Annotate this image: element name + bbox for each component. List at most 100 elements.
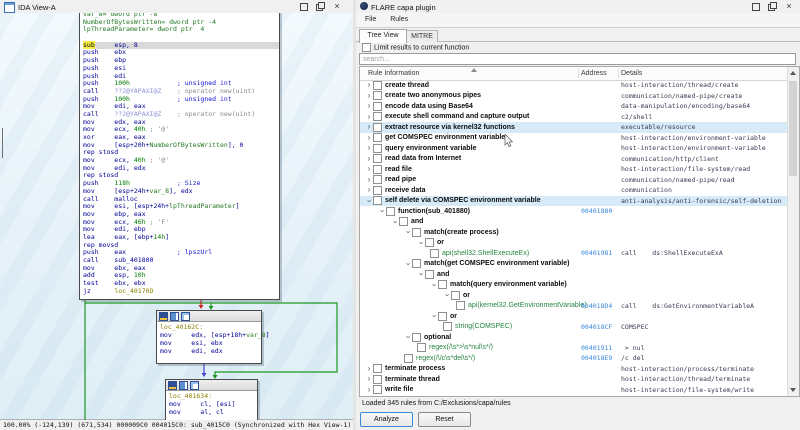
- expand-icon[interactable]: ›: [365, 154, 373, 163]
- tree-row[interactable]: › match(query environment variable): [360, 280, 788, 291]
- scroll-up-icon[interactable]: [790, 71, 796, 75]
- menu-rules[interactable]: Rules: [387, 16, 411, 23]
- row-checkbox[interactable]: [456, 301, 465, 311]
- tree-row[interactable]: string(COMSPEC) 004018CF COMSPEC: [360, 322, 788, 333]
- tree-row[interactable]: › read pipe communication/named-pipe/read: [360, 175, 788, 186]
- tree-row[interactable]: › create two anonymous pipes communication…: [360, 91, 788, 102]
- expand-icon[interactable]: ›: [365, 123, 373, 131]
- hex-view-icon[interactable]: [181, 312, 190, 321]
- expand-icon[interactable]: ›: [365, 91, 373, 100]
- limit-checkbox[interactable]: [362, 43, 371, 52]
- maximize-icon[interactable]: [749, 2, 761, 11]
- row-checkbox[interactable]: [373, 185, 382, 195]
- expand-icon[interactable]: ›: [365, 81, 373, 89]
- row-checkbox[interactable]: [373, 122, 382, 132]
- tree-row[interactable]: api(shell32.ShellExecuteEx) 00401981 call …: [360, 248, 788, 259]
- node-titlebar[interactable]: [166, 380, 257, 391]
- tree-row[interactable]: › match(get COMSPEC environment variable): [360, 259, 788, 270]
- row-checkbox[interactable]: [373, 80, 382, 90]
- collapse-icon[interactable]: ›: [391, 218, 400, 226]
- search-input[interactable]: [359, 53, 796, 65]
- row-checkbox[interactable]: [373, 164, 382, 174]
- row-checkbox[interactable]: [417, 343, 426, 353]
- tree-row[interactable]: › execute shell command and capture outpu…: [360, 112, 788, 123]
- row-checkbox[interactable]: [443, 322, 452, 332]
- column-address[interactable]: Address: [581, 70, 607, 77]
- tree-row[interactable]: › or: [360, 290, 788, 301]
- tab-mitre[interactable]: MITRE: [406, 30, 438, 42]
- tree-row[interactable]: › read data from Internet communication/ht…: [360, 154, 788, 165]
- tree-row[interactable]: › match(create process): [360, 227, 788, 238]
- collapse-icon[interactable]: ›: [378, 207, 387, 215]
- expand-icon[interactable]: ›: [365, 165, 373, 173]
- tree-row[interactable]: › function(sub_401880) 00401880: [360, 206, 788, 217]
- text-view-icon[interactable]: [179, 381, 188, 390]
- collapse-icon[interactable]: ›: [417, 239, 426, 247]
- hex-view-icon[interactable]: [190, 381, 199, 390]
- close-icon[interactable]: [783, 2, 795, 11]
- row-checkbox[interactable]: [399, 217, 408, 227]
- row-checkbox[interactable]: [438, 311, 447, 321]
- row-checkbox[interactable]: [373, 143, 382, 153]
- reset-button[interactable]: Reset: [418, 412, 471, 427]
- row-checkbox[interactable]: [373, 175, 382, 185]
- tree-row[interactable]: › terminate thread host-interaction/thread…: [360, 374, 788, 385]
- menu-file[interactable]: File: [362, 16, 379, 23]
- tree-row[interactable]: › encode data using Base64 data-manipulati…: [360, 101, 788, 112]
- expand-icon[interactable]: ›: [365, 133, 373, 142]
- tree-row[interactable]: › query environment variable host-interact…: [360, 143, 788, 154]
- expand-icon[interactable]: ›: [365, 102, 373, 110]
- row-checkbox[interactable]: [412, 227, 421, 237]
- tree-row[interactable]: › terminate process host-interaction/proce…: [360, 364, 788, 375]
- row-checkbox[interactable]: [451, 290, 460, 300]
- expand-icon[interactable]: ›: [365, 385, 373, 394]
- tree-row[interactable]: › write file host-interaction/file-system/…: [360, 385, 788, 396]
- tree-row[interactable]: regex(/\s*>\s*nul\s*/) 00401911 > nul: [360, 343, 788, 354]
- tree-row[interactable]: › receive data communication: [360, 185, 788, 196]
- row-checkbox[interactable]: [386, 206, 395, 216]
- maximize-icon[interactable]: [297, 2, 309, 11]
- node-sub_4015C0[interactable]: var_8= dword ptr -8 NumberOfBytesWritten=…: [79, 13, 280, 300]
- column-details[interactable]: Details: [621, 70, 642, 77]
- collapse-icon[interactable]: ›: [404, 333, 413, 341]
- tree-row[interactable]: › extract resource via kernel32 functions…: [360, 122, 788, 133]
- tree-row[interactable]: › or: [360, 311, 788, 322]
- collapse-icon[interactable]: ›: [443, 291, 452, 299]
- tab-tree-view[interactable]: Tree View: [359, 29, 407, 43]
- expand-icon[interactable]: ›: [365, 144, 373, 152]
- tree-row[interactable]: › and: [360, 269, 788, 280]
- expand-icon[interactable]: ›: [365, 175, 373, 184]
- row-checkbox[interactable]: [373, 154, 382, 164]
- row-checkbox[interactable]: [425, 269, 434, 279]
- row-checkbox[interactable]: [373, 91, 382, 101]
- tree-row[interactable]: › or: [360, 238, 788, 249]
- row-checkbox[interactable]: [404, 353, 413, 363]
- collapse-icon[interactable]: ›: [417, 270, 426, 278]
- vertical-scrollbar[interactable]: [787, 67, 799, 396]
- row-checkbox[interactable]: [430, 248, 439, 258]
- row-checkbox[interactable]: [373, 374, 382, 384]
- tree-row[interactable]: › optional: [360, 332, 788, 343]
- row-checkbox[interactable]: [412, 332, 421, 342]
- collapse-icon[interactable]: ›: [404, 228, 413, 236]
- collapse-icon[interactable]: ›: [430, 281, 439, 289]
- row-checkbox[interactable]: [373, 101, 382, 111]
- column-divider[interactable]: [618, 69, 619, 78]
- row-checkbox[interactable]: [373, 364, 382, 374]
- close-icon[interactable]: [331, 2, 343, 11]
- row-checkbox[interactable]: [373, 196, 382, 206]
- analyze-button[interactable]: Analyze: [360, 412, 413, 427]
- tree-row[interactable]: › read file host-interaction/file-system/r…: [360, 164, 788, 175]
- row-checkbox[interactable]: [438, 280, 447, 290]
- collapse-icon[interactable]: ›: [430, 312, 439, 320]
- graph-view-icon[interactable]: [168, 381, 177, 390]
- graph-view-icon[interactable]: [159, 312, 168, 321]
- scroll-down-icon[interactable]: [790, 388, 796, 392]
- text-view-icon[interactable]: [170, 312, 179, 321]
- graph-canvas[interactable]: var_8= dword ptr -8 NumberOfBytesWritten=…: [0, 13, 353, 420]
- tree-row[interactable]: › self delete via COMSPEC environment var…: [360, 195, 788, 206]
- tree-row[interactable]: › create thread host-interaction/thread/cr…: [360, 80, 788, 91]
- expand-icon[interactable]: ›: [365, 186, 373, 194]
- node-loc_40162C[interactable]: loc_40162C: mov edx, [esp+18h+var_8] mov e…: [156, 310, 270, 364]
- column-rule-information[interactable]: Rule Information: [368, 70, 419, 77]
